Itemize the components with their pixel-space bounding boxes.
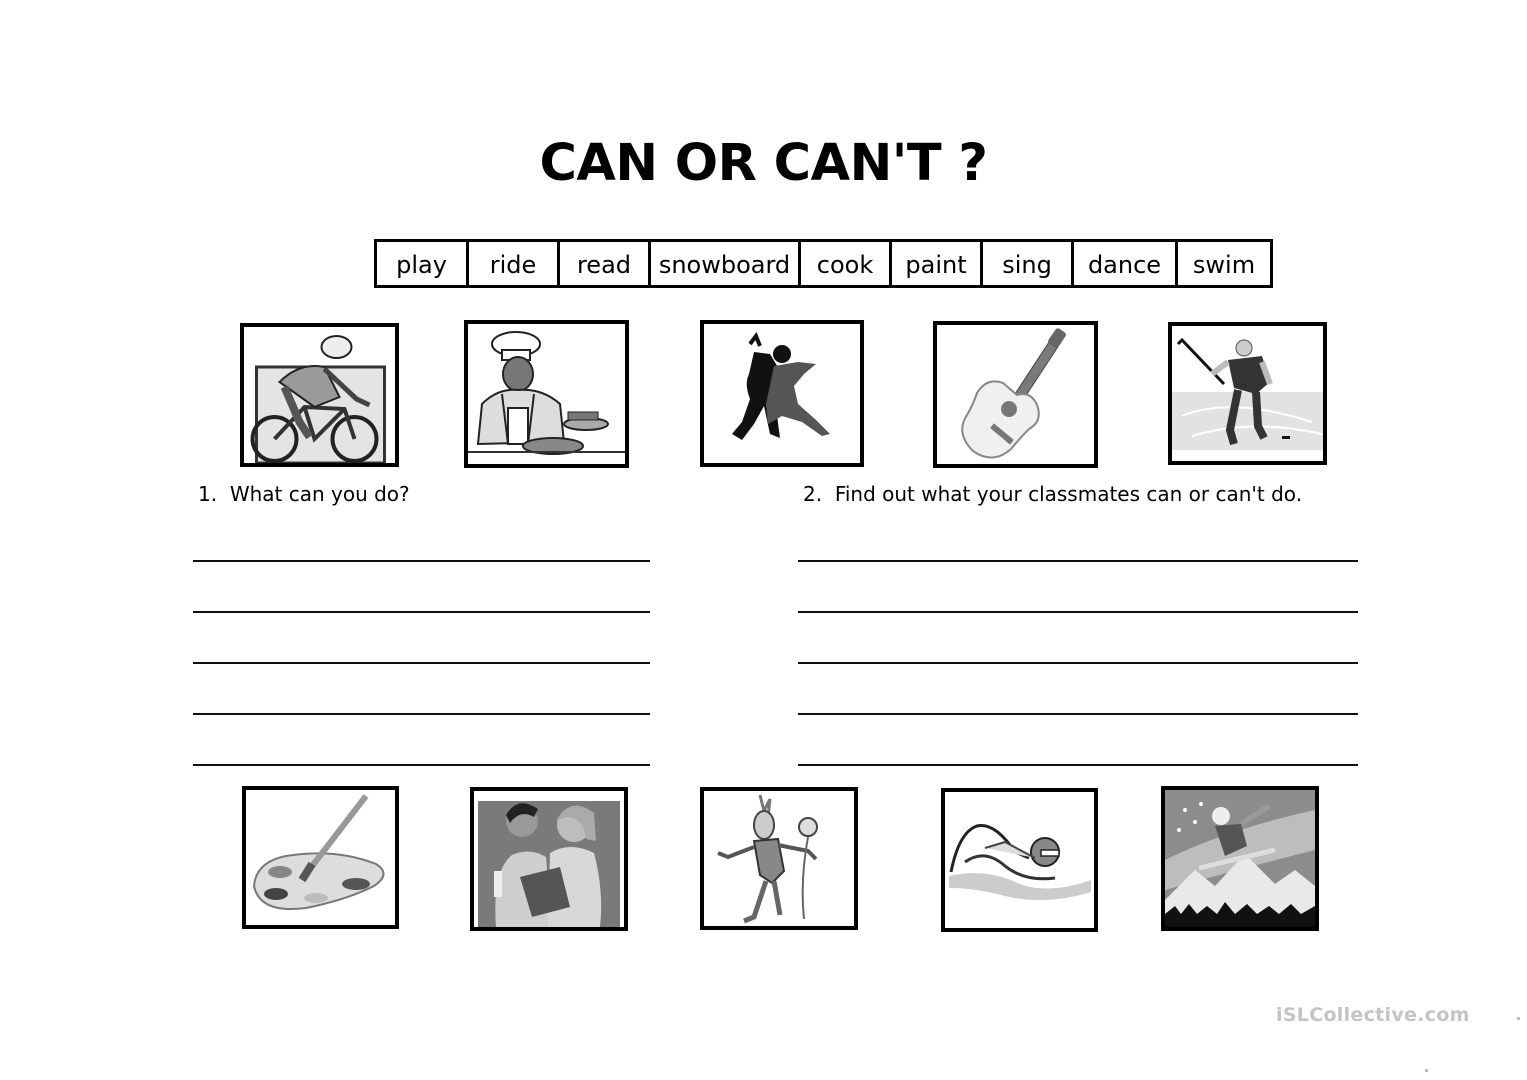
picture-cyclist [240, 323, 399, 467]
picture-snowboarder [1161, 786, 1319, 931]
question-number: 2. [803, 482, 823, 506]
answer-line[interactable] [193, 560, 650, 562]
cyclist-icon [250, 335, 386, 463]
answer-line[interactable] [798, 611, 1358, 613]
stray-dot [1425, 1069, 1428, 1072]
answer-line[interactable] [798, 662, 1358, 664]
swimmer-icon [949, 824, 1091, 901]
answer-line[interactable] [193, 662, 650, 664]
word-bank-item: snowboard [651, 242, 801, 285]
question-number: 1. [198, 482, 218, 506]
answer-line[interactable] [798, 764, 1358, 766]
word-bank-item: dance [1074, 242, 1178, 285]
picture-chef [464, 320, 629, 468]
word-bank-item: sing [983, 242, 1074, 285]
question-1: 1. What can you do? [198, 482, 410, 506]
picture-readers [470, 787, 628, 931]
watermark: iSLCollective.com [1276, 1004, 1470, 1026]
picture-swimmer [941, 788, 1098, 932]
answer-line[interactable] [193, 713, 650, 715]
word-bank-item: read [560, 242, 651, 285]
picture-hockey-player [1168, 322, 1327, 465]
word-bank-item: paint [892, 242, 983, 285]
answer-line[interactable] [193, 611, 650, 613]
chef-icon [468, 331, 625, 455]
picture-dancers [700, 320, 864, 467]
picture-singer [700, 787, 858, 930]
readers-icon [478, 801, 620, 927]
picture-guitar [933, 321, 1098, 468]
word-bank-item: cook [801, 242, 892, 285]
answer-line[interactable] [798, 713, 1358, 715]
word-bank: play ride read snowboard cook paint sing… [374, 239, 1273, 288]
singer-icon [717, 794, 818, 924]
word-bank-item: ride [469, 242, 560, 285]
question-text: Find out what your classmates can or can… [834, 482, 1303, 506]
hockey-player-icon [1172, 337, 1323, 450]
paint-palette-icon [252, 794, 385, 910]
question-text: What can you do? [229, 482, 410, 506]
word-bank-item: play [377, 242, 469, 285]
word-bank-item: swim [1192, 250, 1256, 279]
stray-dot [1517, 1017, 1520, 1020]
answer-line[interactable] [798, 560, 1358, 562]
question-2: 2. Find out what your classmates can or … [803, 482, 1302, 506]
dancers-icon [732, 331, 830, 440]
snowboarder-icon [1165, 790, 1315, 927]
picture-paint-palette [242, 786, 399, 929]
answer-line[interactable] [193, 764, 650, 766]
guitar-icon [961, 328, 1066, 459]
worksheet-title: CAN OR CAN'T ? [539, 134, 988, 193]
